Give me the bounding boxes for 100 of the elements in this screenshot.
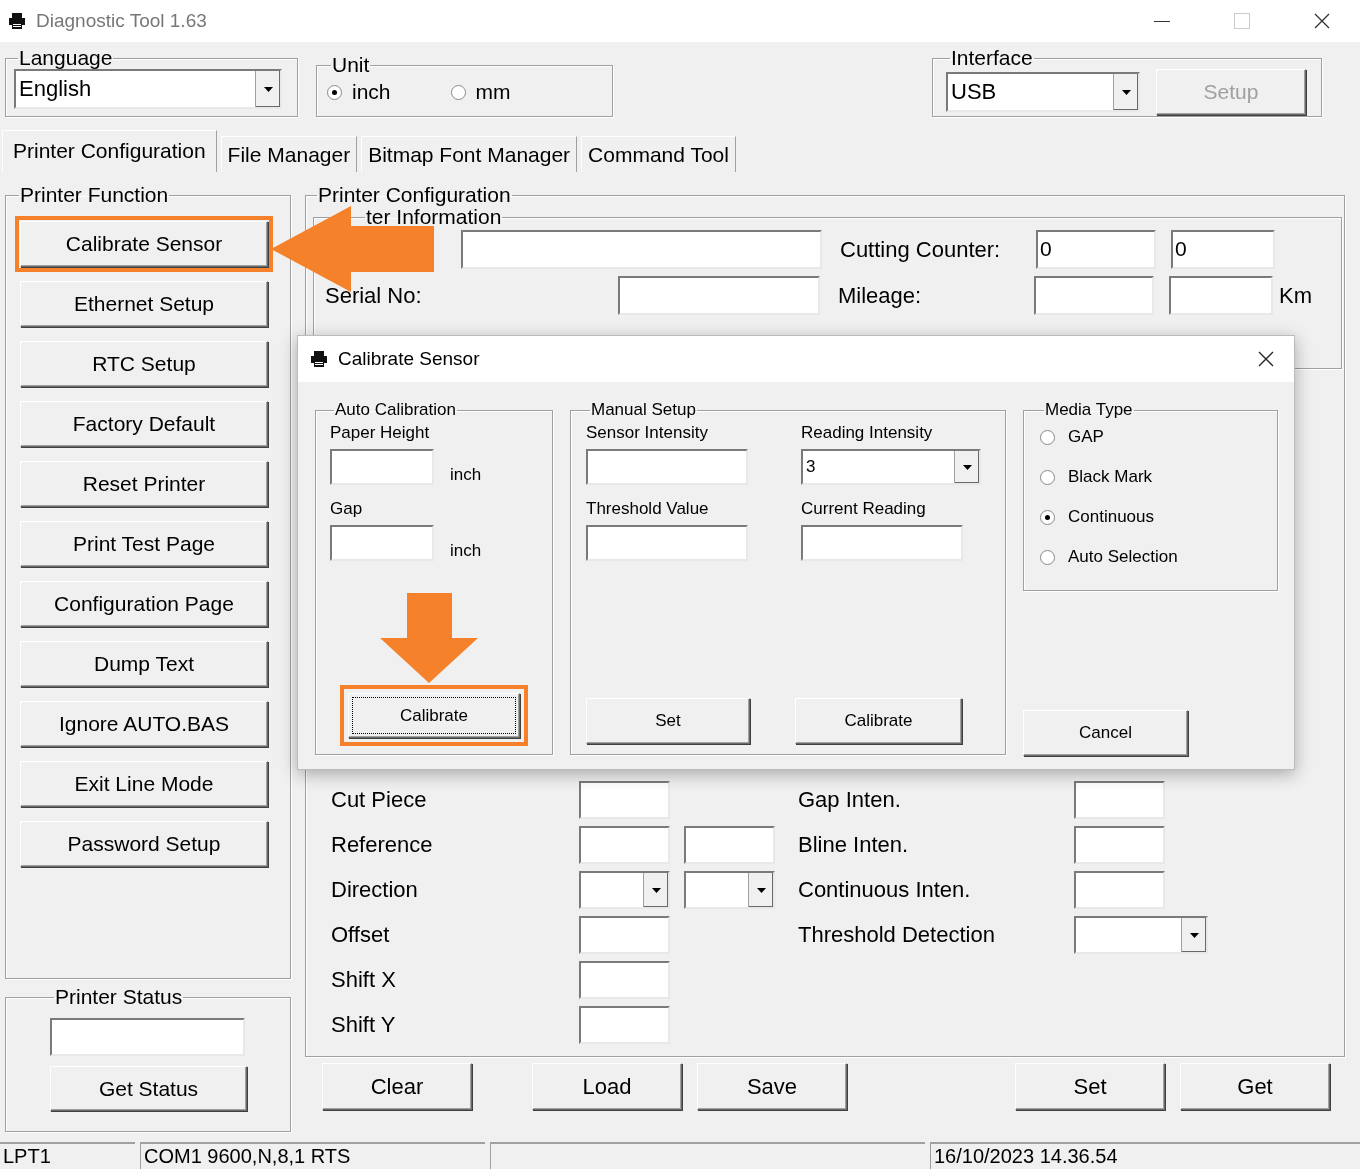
group-label: Printer Function [19,184,170,206]
dropdown[interactable] [1074,916,1208,954]
tab[interactable]: Command Tool [581,136,736,172]
group-label: Unit [331,54,371,76]
input-field[interactable] [1169,276,1273,315]
button[interactable]: Print Test Page [20,521,268,567]
input-field[interactable] [330,525,434,561]
get-status-button[interactable]: Get Status [50,1066,247,1111]
input-field[interactable] [461,230,822,269]
input-field[interactable] [579,1006,670,1044]
input-field[interactable] [586,525,748,561]
group-label: Auto Calibration [334,401,457,419]
button[interactable]: Get [1180,1063,1330,1110]
dropdown[interactable] [684,871,775,909]
tab[interactable]: Bitmap Font Manager [361,136,578,172]
cancel-button[interactable]: Cancel [1023,710,1188,756]
field-label: Sensor Intensity [586,423,709,443]
button[interactable]: Calibrate [795,698,962,744]
button[interactable]: Clear [322,1063,472,1110]
field-label: Mileage: [838,282,923,309]
radio-button[interactable] [450,84,466,100]
button[interactable]: Configuration Page [20,581,268,627]
button[interactable]: Set [586,698,750,744]
field-label: Shift X [331,967,397,993]
button[interactable]: Factory Default [20,401,268,447]
dropdown[interactable] [579,871,670,909]
input-field[interactable] [1074,781,1165,819]
field-label: Gap Inten. [798,787,902,813]
radio-label: Auto Selection [1068,547,1178,567]
group-label: Printer Status [54,986,184,1008]
input-field[interactable] [684,826,775,864]
radio-button[interactable] [1040,469,1055,485]
window-title: Diagnostic Tool 1.63 [36,10,207,32]
dropdown-arrow-icon [651,887,661,893]
unit-label: inch [450,541,482,561]
field-label: Bline Inten. [798,832,910,858]
dropdown-arrow-icon [962,464,972,470]
tab[interactable]: Printer Configuration [2,130,217,172]
button[interactable]: Reset Printer [20,461,268,507]
button[interactable]: Ethernet Setup [20,281,268,327]
button[interactable]: RTC Setup [20,341,268,387]
input-field[interactable] [50,1018,245,1056]
field-label: Gap [330,499,364,519]
radio-button[interactable] [1040,549,1055,565]
dropdown-arrow-icon [1189,932,1199,938]
field-label: Reference [331,832,434,858]
button[interactable]: Calibrate Sensor [20,221,268,267]
input-field[interactable] [586,449,748,485]
radio-button[interactable] [1040,509,1055,525]
field-label: Offset [331,922,391,948]
input-field[interactable] [579,826,670,864]
input-field[interactable]: 0 [1171,230,1275,269]
unit-label: Km [1279,282,1312,309]
field-label: Serial No: [325,282,423,309]
radio-label: Black Mark [1068,467,1153,487]
button[interactable]: Password Setup [20,821,268,867]
input-field[interactable] [579,916,670,954]
minimize-icon [1154,20,1170,22]
field-label: Continuous Inten. [798,877,972,903]
status-panel: COM1 9600,N,8,1 RTS [140,1142,485,1169]
close-icon [1258,351,1274,367]
radio-button[interactable] [327,84,342,100]
button[interactable]: Calibrate [348,693,520,738]
radio-label: mm [475,80,511,104]
input-field[interactable] [801,525,963,561]
interface-dropdown[interactable]: USB [946,72,1140,112]
dropdown[interactable]: 3 [801,449,981,485]
group-label: Interface [950,47,1034,69]
button[interactable]: Set [1015,1063,1165,1110]
input-field[interactable] [618,276,820,315]
button[interactable]: Exit Line Mode [20,761,268,807]
language-dropdown[interactable]: English [14,69,282,109]
input-field[interactable] [579,961,670,999]
dropdown-arrow-icon [1121,89,1131,95]
input-field[interactable] [579,781,670,819]
button[interactable]: Load [532,1063,682,1110]
field-label: Threshold Detection [798,922,996,948]
group-label: Language [18,47,114,69]
dropdown-arrow-icon [263,86,273,92]
radio-label: GAP [1068,427,1104,447]
field-label: Direction [331,877,419,903]
input-field[interactable] [1074,871,1165,909]
radio-button[interactable] [1040,429,1055,445]
button[interactable]: Save [697,1063,847,1110]
printer-icon [8,13,26,29]
maximize-icon [1234,13,1250,29]
field-label: Cut Piece [331,787,428,813]
input-field[interactable]: 0 [1036,230,1156,269]
dropdown-arrow-icon [756,887,766,893]
button[interactable]: Ignore AUTO.BAS [20,701,268,747]
dialog-title: Calibrate Sensor [338,348,480,370]
close-icon [1314,13,1330,29]
input-field[interactable] [1074,826,1165,864]
field-label: Cutting Counter: [840,236,1002,263]
input-field[interactable] [1034,276,1154,315]
tab[interactable]: File Manager [220,136,358,172]
field-label: Threshold Value [586,499,710,519]
radio-label: inch [352,80,391,104]
input-field[interactable] [330,449,434,485]
button[interactable]: Dump Text [20,641,268,687]
